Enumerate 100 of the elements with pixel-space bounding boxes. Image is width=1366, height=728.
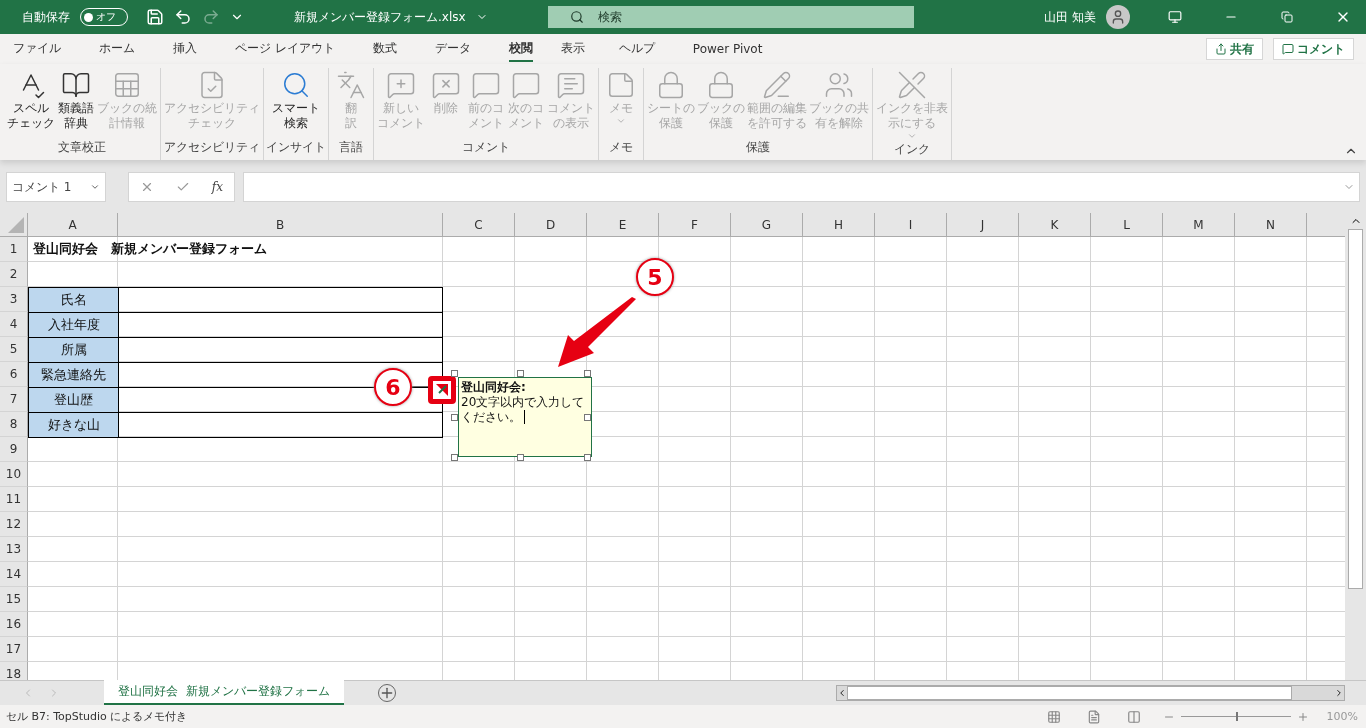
group-label: インサイト xyxy=(266,139,326,156)
sheet-tab[interactable]: 登山同好会 新規メンバー登録フォーム xyxy=(104,679,344,705)
vertical-scrollbar[interactable] xyxy=(1345,213,1366,680)
insert-function-button[interactable]: fx xyxy=(211,180,223,194)
row-header[interactable]: 5 xyxy=(0,337,28,362)
row-header[interactable]: 13 xyxy=(0,537,28,562)
ribbon-tab[interactable]: Power Pivot xyxy=(692,37,763,61)
ribbon-tab[interactable]: ヘルプ xyxy=(618,36,655,62)
row-header[interactable]: 3 xyxy=(0,287,28,312)
group-label: 言語 xyxy=(339,139,363,156)
resize-handle[interactable] xyxy=(517,370,524,377)
row-header[interactable]: 12 xyxy=(0,512,28,537)
share-button[interactable]: 共有 xyxy=(1206,38,1263,60)
search-field[interactable]: 検索 xyxy=(547,6,914,28)
ribbon-tab[interactable]: 校閲 xyxy=(508,36,533,62)
column-header[interactable]: J xyxy=(947,213,1019,236)
translate-icon xyxy=(336,70,366,100)
share-icon xyxy=(1215,43,1227,55)
ribbon-tab[interactable]: データ xyxy=(434,36,471,62)
resize-handle[interactable] xyxy=(451,414,458,421)
row-header[interactable]: 8 xyxy=(0,412,28,437)
autosave-label: 自動保存 xyxy=(22,8,70,26)
resize-handle[interactable] xyxy=(584,454,591,461)
scroll-thumb[interactable] xyxy=(1348,229,1363,589)
pencil-icon xyxy=(762,70,792,100)
label-cell: 所属 xyxy=(29,338,119,363)
column-header[interactable]: B xyxy=(118,213,443,236)
row-header[interactable]: 4 xyxy=(0,312,28,337)
resize-handle[interactable] xyxy=(584,370,591,377)
callout-number: 6 xyxy=(374,368,412,406)
comment-x-icon xyxy=(431,70,461,100)
comment-box[interactable]: 登山同好会: 20文字以内で入力してください。 xyxy=(458,377,592,457)
ribbon-tab[interactable]: ページ レイアウト xyxy=(235,36,335,62)
save-icon[interactable] xyxy=(146,8,164,26)
ribbon-button[interactable]: スマート 検索 xyxy=(271,70,321,139)
avatar[interactable] xyxy=(1106,5,1130,29)
horizontal-scrollbar[interactable] xyxy=(836,685,1345,701)
column-header[interactable]: G xyxy=(731,213,803,236)
column-header[interactable]: A xyxy=(28,213,118,236)
search-icon xyxy=(569,10,584,24)
column-header[interactable]: I xyxy=(875,213,947,236)
comment-icon xyxy=(511,70,541,100)
form-title: 登山同好会 新規メンバー登録フォーム xyxy=(32,241,267,258)
zoom-level: 100% xyxy=(1326,710,1358,723)
page-layout-icon[interactable] xyxy=(1086,709,1101,724)
row-header[interactable]: 14 xyxy=(0,562,28,587)
column-header[interactable]: C xyxy=(443,213,515,236)
resize-handle[interactable] xyxy=(451,370,458,377)
column-header[interactable]: K xyxy=(1019,213,1091,236)
resize-handle[interactable] xyxy=(584,414,591,421)
resize-handle[interactable] xyxy=(517,454,524,461)
row-header[interactable]: 15 xyxy=(0,587,28,612)
name-box[interactable]: コメント 1 xyxy=(6,172,106,202)
connector-line xyxy=(412,386,428,388)
row-header[interactable]: 9 xyxy=(0,437,28,462)
ribbon-tab[interactable]: ホーム xyxy=(99,36,135,62)
label-cell: 氏名 xyxy=(29,288,119,313)
normal-view-icon[interactable] xyxy=(1046,709,1061,724)
monitor-icon xyxy=(1168,10,1182,24)
ribbon-tab[interactable]: 挿入 xyxy=(173,36,197,62)
row-header[interactable]: 16 xyxy=(0,612,28,637)
scroll-right-icon[interactable] xyxy=(1334,688,1344,698)
callout-number: 5 xyxy=(636,258,674,296)
row-header[interactable]: 10 xyxy=(0,462,28,487)
comment-icon xyxy=(1282,43,1294,55)
scroll-thumb[interactable] xyxy=(847,686,1292,700)
row-header[interactable]: 17 xyxy=(0,637,28,662)
label-cell: 好きな山 xyxy=(29,413,119,437)
ribbon-tab[interactable]: 数式 xyxy=(372,36,397,62)
page-break-icon[interactable] xyxy=(1126,709,1141,724)
comment-text: 20文字以内で入力してください。 xyxy=(461,395,586,425)
undo-icon[interactable] xyxy=(174,8,192,26)
column-header[interactable]: H xyxy=(803,213,875,236)
group-label: 文章校正 xyxy=(58,139,106,156)
comment-author: 登山同好会: xyxy=(461,380,527,395)
column-header[interactable]: D xyxy=(515,213,587,236)
scroll-left-icon[interactable] xyxy=(837,688,847,698)
lock-icon xyxy=(706,70,736,100)
row-header[interactable]: 7 xyxy=(0,387,28,412)
column-header[interactable]: E xyxy=(587,213,659,236)
comment-text-icon xyxy=(556,70,586,100)
row-header[interactable]: 1 xyxy=(0,237,28,262)
zoom-slider-thumb[interactable] xyxy=(1235,712,1238,721)
column-header[interactable]: N xyxy=(1235,213,1307,236)
ribbon-button[interactable]: 類義語 辞典 xyxy=(56,70,96,139)
check-icon[interactable] xyxy=(175,180,190,194)
row-header[interactable]: 2 xyxy=(0,262,28,287)
column-header[interactable]: M xyxy=(1163,213,1235,236)
row-header[interactable]: 11 xyxy=(0,487,28,512)
row-header[interactable]: 18 xyxy=(0,662,28,680)
column-header[interactable]: L xyxy=(1091,213,1163,236)
ribbon-tab[interactable]: 表示 xyxy=(560,36,585,62)
column-header[interactable]: F xyxy=(659,213,731,236)
formula-input[interactable] xyxy=(243,172,1360,202)
zoom-in-icon[interactable] xyxy=(1296,710,1309,723)
comments-button[interactable]: コメント xyxy=(1273,38,1354,60)
resize-handle[interactable] xyxy=(451,454,458,461)
row-header[interactable]: 6 xyxy=(0,362,28,387)
ribbon-tab[interactable]: ファイル xyxy=(13,36,61,62)
ribbon-button[interactable]: スペル チェック xyxy=(6,70,56,139)
